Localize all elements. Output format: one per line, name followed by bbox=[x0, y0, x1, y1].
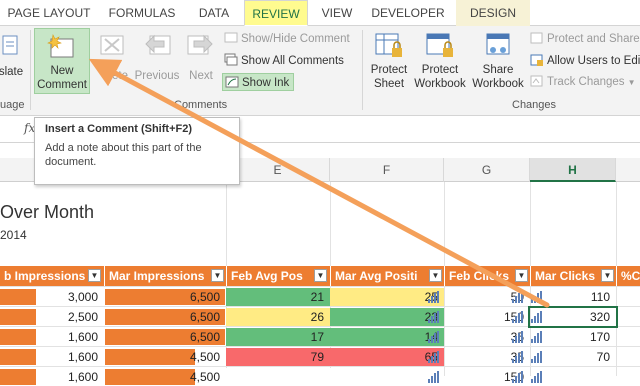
annotation-arrow bbox=[88, 58, 550, 308]
arrow-line bbox=[88, 58, 550, 308]
